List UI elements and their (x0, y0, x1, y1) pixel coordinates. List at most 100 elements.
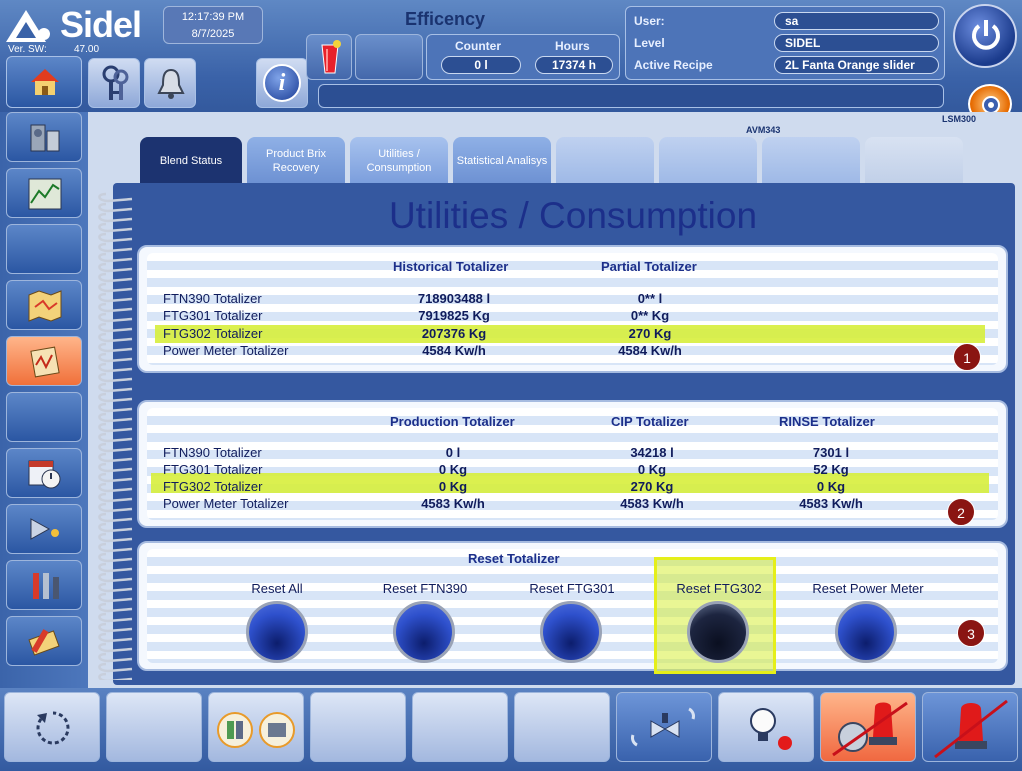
tab-utilities-consumption[interactable]: Utilities / Consumption (350, 137, 448, 185)
tab-blank-2[interactable] (659, 137, 757, 185)
lighting-button[interactable] (6, 504, 82, 554)
callout-badge-1: 1 (953, 343, 981, 371)
documentation-button[interactable] (6, 280, 82, 330)
partial-value: 0** l (637, 291, 663, 306)
tools-button[interactable] (6, 560, 82, 610)
trend-button[interactable] (6, 168, 82, 218)
totalizer-table-2: Production Totalizer CIP Totalizer RINSE… (147, 408, 998, 520)
power-button[interactable] (953, 4, 1017, 68)
spiral-ring (98, 252, 133, 263)
reset-ftg302-button[interactable] (687, 601, 749, 663)
reset-ftg301-button[interactable] (540, 601, 602, 663)
reset-ftn390-button[interactable] (393, 601, 455, 663)
rinse-value: 0 Kg (816, 479, 846, 494)
spiral-ring (98, 562, 133, 573)
tab-blank-4[interactable] (865, 137, 963, 185)
notebook-spiral (98, 192, 133, 680)
hmi-screen: Sidel Ver. SW: 47.00 12:17:39 PM 8/7/202… (0, 0, 1022, 771)
valve-icon (631, 707, 695, 747)
blank-nav-button-1[interactable] (6, 224, 82, 274)
footer-blank-button-4[interactable] (514, 692, 610, 762)
user-info-box: User: sa Level SIDEL Active Recipe 2L Fa… (625, 6, 945, 80)
reset-power-meter-button[interactable] (835, 601, 897, 663)
scheduler-button[interactable] (6, 448, 82, 498)
counter-label: Counter (455, 39, 501, 53)
row-name: FTG301 Totalizer (163, 308, 263, 323)
tab-blank-1[interactable] (556, 137, 654, 185)
reset-all-label: Reset All (251, 581, 303, 596)
user-value: sa (774, 12, 939, 30)
level-label: Level (634, 36, 665, 50)
row-name: Power Meter Totalizer (163, 496, 289, 511)
machine-icon (30, 124, 60, 152)
login-keys-button[interactable] (88, 58, 140, 108)
totalizer-table-1: Historical Totalizer Partial Totalizer F… (147, 253, 998, 365)
map-icon (28, 290, 62, 322)
blank-nav-button-2[interactable] (6, 392, 82, 442)
spiral-ring (98, 502, 133, 513)
valve-button[interactable] (616, 692, 712, 762)
cip-value: 34218 l (630, 445, 674, 460)
hours-label: Hours (555, 39, 590, 53)
spiral-ring (98, 382, 133, 393)
spiral-ring (98, 522, 133, 533)
spiral-ring (98, 312, 133, 323)
utilities-nav-button[interactable] (6, 336, 82, 386)
col-header-partial: Partial Totalizer (601, 259, 697, 274)
spiral-ring (98, 532, 133, 543)
production-value: 0 Kg (438, 462, 468, 477)
spiral-ring (98, 362, 133, 373)
cip-value: 0 Kg (637, 462, 667, 477)
row-name: FTG302 Totalizer (163, 479, 263, 494)
footer-blank-button-1[interactable] (106, 692, 202, 762)
keys-icon (102, 65, 129, 100)
tab-blank-3[interactable] (762, 137, 860, 185)
header-bar: Sidel Ver. SW: 47.00 12:17:39 PM 8/7/202… (0, 0, 1022, 124)
beacon-off-button[interactable] (922, 692, 1018, 762)
drink-glass-icon (321, 40, 341, 74)
footer-blank-button-3[interactable] (412, 692, 508, 762)
rinse-value: 52 Kg (813, 462, 849, 477)
spiral-ring (98, 442, 133, 453)
callout-badge-2: 2 (947, 498, 975, 526)
spiral-ring (98, 642, 133, 653)
clock-display: 12:17:39 PM 8/7/2025 (163, 6, 263, 44)
home-icon (31, 69, 59, 95)
alarms-bell-button[interactable] (144, 58, 196, 108)
spiral-ring (98, 452, 133, 463)
spiral-ring (98, 662, 133, 673)
info-button[interactable]: i (256, 58, 308, 108)
maintenance-button[interactable] (6, 616, 82, 666)
spiral-ring (98, 582, 133, 593)
spiral-ring (98, 272, 133, 283)
reset-power-meter-label: Reset Power Meter (812, 581, 924, 596)
home-button[interactable] (6, 56, 82, 108)
tab-statistical-analysis[interactable]: Statistical Analisys (453, 137, 551, 185)
alarm-silence-button[interactable] (820, 692, 916, 762)
spiral-ring (98, 672, 133, 680)
product-glass-tile[interactable] (306, 34, 352, 80)
bottles-button[interactable] (208, 692, 304, 762)
cip-value: 4583 Kw/h (620, 496, 684, 511)
sidel-logo-mark (6, 10, 50, 42)
spiral-ring (98, 612, 133, 623)
production-value: 4583 Kw/h (421, 496, 485, 511)
spiral-ring (98, 332, 133, 343)
power-icon (972, 20, 1000, 50)
lighting-status-button[interactable] (718, 692, 814, 762)
tab-product-brix-recovery[interactable]: Product Brix Recovery (247, 137, 345, 185)
footer-blank-button-2[interactable] (310, 692, 406, 762)
refresh-icon (36, 711, 70, 745)
blank-header-tile (355, 34, 423, 80)
beacon-off-icon (934, 699, 1008, 759)
refresh-button[interactable] (4, 692, 100, 762)
row-name: FTG301 Totalizer (163, 462, 263, 477)
spiral-ring (98, 492, 133, 503)
spiral-ring (98, 412, 133, 423)
tab-blend-status[interactable]: Blend Status (140, 137, 242, 185)
machine-view-button[interactable] (6, 112, 82, 162)
reset-section-title: Reset Totalizer (468, 551, 560, 566)
production-value: 0 l (445, 445, 461, 460)
reset-all-button[interactable] (246, 601, 308, 663)
efficiency-title: Efficency (404, 9, 486, 29)
